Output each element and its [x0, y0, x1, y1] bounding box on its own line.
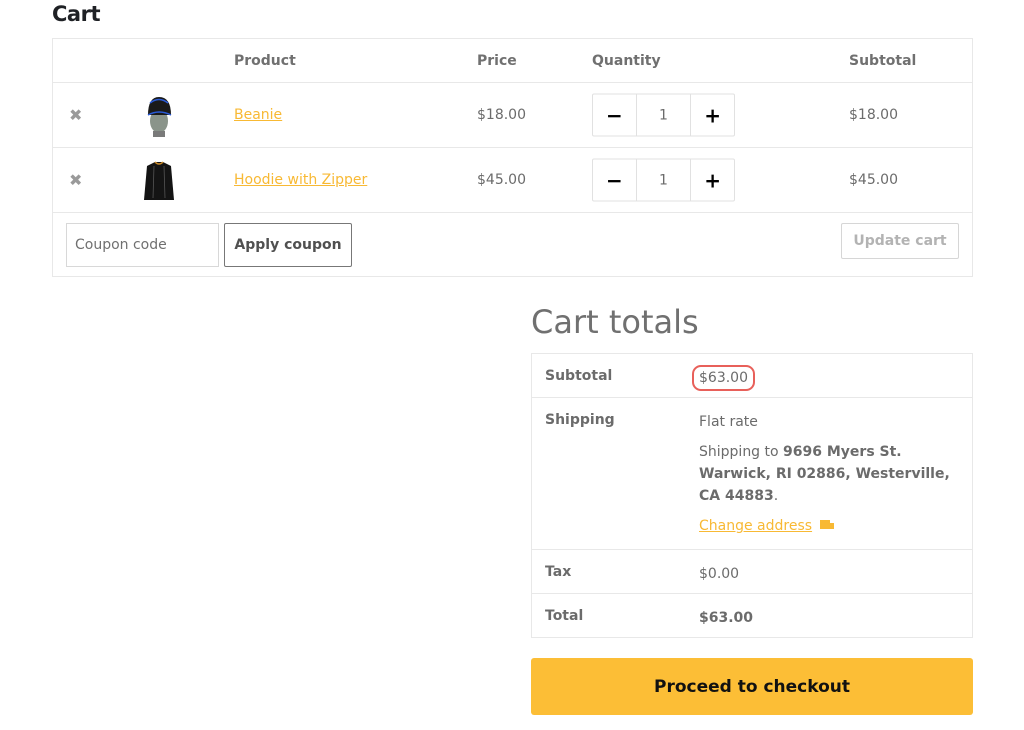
quantity-increase-button[interactable]: + — [691, 95, 734, 136]
cart-totals-title: Cart totals — [531, 303, 699, 341]
change-address-link[interactable]: Change address — [699, 515, 812, 537]
update-cart-button[interactable]: Update cart — [841, 223, 959, 259]
item-price: $18.00 — [477, 107, 526, 123]
product-link-beanie[interactable]: Beanie — [234, 107, 282, 123]
shipping-label: Shipping — [545, 412, 615, 428]
proceed-to-checkout-button[interactable]: Proceed to checkout — [531, 658, 973, 715]
remove-item-icon[interactable]: ✖ — [69, 106, 82, 125]
quantity-decrease-button[interactable]: − — [593, 160, 636, 201]
total-label: Total — [545, 608, 584, 624]
beanie-thumbnail[interactable] — [141, 93, 177, 137]
truck-icon — [820, 520, 835, 532]
quantity-increase-button[interactable]: + — [691, 160, 734, 201]
cart-item-row: ✖ Hoodie with Zipper $45.00 − 1 + $45.00 — [53, 148, 972, 213]
item-subtotal: $45.00 — [849, 172, 898, 188]
apply-coupon-button[interactable]: Apply coupon — [224, 223, 352, 267]
subtotal-label: Subtotal — [545, 368, 613, 384]
item-price: $45.00 — [477, 172, 526, 188]
cart-item-row: ✖ Beanie $18.00 − 1 + $18.00 — [53, 83, 972, 148]
totals-row-subtotal: Subtotal $63.00 — [532, 354, 972, 398]
cart-totals-table: Subtotal $63.00 Shipping Flat rate Shipp… — [531, 353, 973, 638]
quantity-input[interactable]: 1 — [635, 94, 692, 136]
shipping-to-prefix: Shipping to — [699, 444, 784, 460]
totals-row-shipping: Shipping Flat rate Shipping to 9696 Myer… — [532, 398, 972, 550]
cart-table-header: Product Price Quantity Subtotal — [53, 39, 972, 83]
coupon-code-input[interactable] — [66, 223, 219, 267]
header-price: Price — [477, 52, 517, 69]
remove-item-icon[interactable]: ✖ — [69, 171, 82, 190]
hoodie-thumbnail[interactable] — [141, 158, 177, 202]
shipping-method: Flat rate — [699, 414, 758, 430]
header-product: Product — [234, 52, 296, 69]
cart-actions-row: Apply coupon Update cart — [53, 213, 972, 276]
total-value: $63.00 — [699, 610, 754, 626]
subtotal-value: $63.00 — [692, 365, 755, 391]
quantity-stepper: − 1 + — [592, 93, 735, 137]
item-subtotal: $18.00 — [849, 107, 898, 123]
totals-row-total: Total $63.00 — [532, 594, 972, 637]
page-title: Cart — [52, 2, 100, 26]
cart-table: Product Price Quantity Subtotal ✖ Beanie… — [52, 38, 973, 277]
shipping-destination: Shipping to 9696 Myers St. Warwick, RI 0… — [699, 441, 972, 507]
header-quantity: Quantity — [592, 52, 661, 69]
quantity-stepper: − 1 + — [592, 158, 735, 202]
shipping-to-suffix: . — [773, 488, 779, 504]
quantity-input[interactable]: 1 — [635, 159, 692, 201]
tax-value: $0.00 — [699, 566, 740, 582]
tax-label: Tax — [545, 564, 572, 580]
product-link-hoodie-with-zipper[interactable]: Hoodie with Zipper — [234, 172, 367, 188]
totals-row-tax: Tax $0.00 — [532, 550, 972, 594]
quantity-decrease-button[interactable]: − — [593, 95, 636, 136]
header-subtotal: Subtotal — [849, 52, 917, 69]
